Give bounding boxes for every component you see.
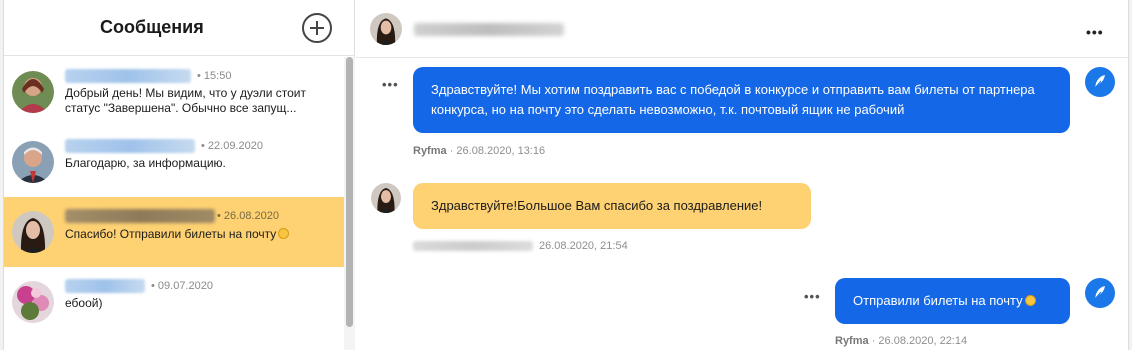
conversation-time: • 22.09.2020	[201, 140, 263, 152]
sidebar-title: Сообщения	[100, 17, 204, 37]
incoming-message: Здравствуйте!Большое Вам спасибо за позд…	[413, 183, 811, 229]
sidebar-scrollbar[interactable]	[344, 57, 355, 350]
outgoing-message: Отправили билеты на почту	[835, 278, 1070, 324]
message-text: Здравствуйте! Мы хотим поздравить вас с …	[431, 82, 1035, 117]
message-timestamp: 26.08.2020, 21:54	[539, 240, 628, 252]
conversation-sidebar: Сообщения • 15:50 Добрый день! Мы видим,…	[4, 0, 355, 350]
message-author: Ryfma	[835, 335, 869, 347]
conversation-item[interactable]: • 15:50 Добрый день! Мы видим, что у дуэ…	[4, 57, 344, 127]
window-frame-right	[1128, 0, 1132, 350]
avatar	[371, 183, 401, 213]
conversation-time: • 09.07.2020	[151, 280, 213, 292]
message-timestamp: · 26.08.2020, 13:16	[449, 145, 546, 157]
message-text: Здравствуйте!Большое Вам спасибо за позд…	[431, 198, 763, 213]
quill-feather-icon	[1085, 278, 1115, 308]
avatar	[12, 71, 54, 113]
conversation-preview: ебоой)	[65, 296, 103, 310]
message-author: Ryfma	[413, 145, 447, 157]
message-more-icon[interactable]: •••	[804, 289, 821, 304]
avatar[interactable]	[370, 13, 402, 45]
conversation-name-blurred	[65, 209, 215, 223]
message-meta: 26.08.2020, 21:54	[413, 240, 628, 252]
smile-emoji-icon	[278, 228, 290, 239]
messenger-app: Сообщения • 15:50 Добрый день! Мы видим,…	[0, 0, 1132, 350]
chat-panel: ••• ••• Здравствуйте! Мы хотим поздравит…	[356, 0, 1128, 350]
conversation-name-blurred	[65, 69, 191, 83]
avatar	[12, 211, 54, 253]
message-timestamp: · 26.08.2020, 22:14	[871, 335, 968, 347]
conversation-name-blurred	[65, 279, 145, 293]
message-meta: Ryfma · 26.08.2020, 22:14	[835, 335, 967, 347]
message-author-blurred	[413, 241, 533, 252]
message-text: Отправили билеты на почту	[853, 293, 1023, 308]
conversation-time: • 15:50	[197, 70, 232, 82]
sidebar-header: Сообщения	[4, 0, 355, 56]
avatar	[12, 141, 54, 183]
conversation-preview: Спасибо! Отправили билеты на почту	[65, 227, 330, 242]
conversation-time: • 26.08.2020	[217, 210, 279, 222]
message-meta: Ryfma · 26.08.2020, 13:16	[413, 145, 545, 157]
outgoing-message: Здравствуйте! Мы хотим поздравить вас с …	[413, 67, 1070, 133]
conversation-item-active[interactable]: • 26.08.2020 Спасибо! Отправили билеты н…	[4, 197, 344, 267]
conversation-item[interactable]: • 09.07.2020 ебоой)	[4, 267, 344, 337]
avatar	[12, 281, 54, 323]
conversation-item[interactable]: • 22.09.2020 Благодарю, за информацию.	[4, 127, 344, 197]
chat-header: •••	[356, 0, 1128, 58]
scrollbar-thumb[interactable]	[346, 57, 353, 327]
conversation-list: • 15:50 Добрый день! Мы видим, что у дуэ…	[4, 57, 344, 350]
message-more-icon[interactable]: •••	[382, 77, 399, 92]
conversation-preview: Добрый день! Мы видим, что у дуэли стоит…	[65, 86, 306, 115]
more-options-icon[interactable]: •••	[1086, 24, 1104, 40]
conversation-preview-text: Спасибо! Отправили билеты на почту	[65, 227, 277, 241]
smile-emoji-icon	[1024, 295, 1036, 306]
conversation-preview: Благодарю, за информацию.	[65, 156, 226, 170]
chat-contact-name-blurred	[414, 23, 564, 36]
quill-feather-icon	[1085, 67, 1115, 97]
compose-plus-icon[interactable]	[302, 13, 332, 43]
conversation-name-blurred	[65, 139, 195, 153]
